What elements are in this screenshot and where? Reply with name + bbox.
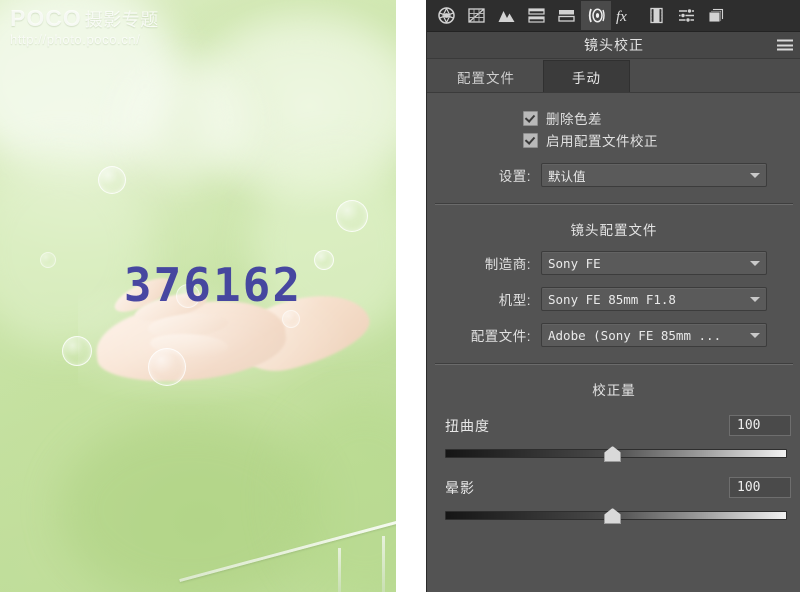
background-bokeh-blob [190,20,396,190]
vignetting-slider-header: 晕影 100 [445,477,791,498]
distortion-slider-block: 扭曲度 100 [427,415,800,462]
fence-railing [0,519,396,592]
panel-body: 删除色差 启用配置文件校正 设置: 默认值 镜头配置文件 制造商: Sony F… [427,107,800,524]
make-select-value: Sony FE [548,255,601,271]
distortion-slider-header: 扭曲度 100 [445,415,791,436]
detail-icon[interactable] [491,1,521,30]
railing-post [338,548,341,592]
hsl-grayscale-icon[interactable] [521,1,551,30]
camera-calibration-icon[interactable] [641,1,671,30]
basic-adjustments-icon[interactable] [431,1,461,30]
vignetting-value-input[interactable]: 100 [729,477,791,498]
profile-label: 配置文件: [470,329,531,344]
soap-bubble [336,200,368,232]
make-label: 制造商: [484,257,531,272]
background-bokeh-blob [120,60,250,180]
chevron-down-icon [750,332,760,338]
soap-bubble [98,166,126,194]
snapshots-icon[interactable] [701,1,731,30]
model-label: 机型: [498,293,531,308]
model-select-value: Sony FE 85mm F1.8 [548,291,676,307]
watermark-title: 摄影专题 [84,10,159,30]
checkbox-row-enable-profile-corrections[interactable]: 启用配置文件校正 [427,129,800,151]
enable-profile-corrections-checkbox[interactable] [523,132,538,148]
railing-post [382,536,385,592]
soap-bubble [282,310,300,328]
profile-select[interactable]: Adobe (Sony FE 85mm ... [541,323,767,347]
tab-profile[interactable]: 配置文件 [429,61,543,92]
vignetting-label: 晕影 [445,479,475,496]
tab-manual[interactable]: 手动 [543,60,630,92]
settings-select-value: 默认值 [548,168,586,184]
presets-icon[interactable] [671,1,701,30]
model-select[interactable]: Sony FE 85mm F1.8 [541,287,767,311]
remove-chromatic-aberration-checkbox[interactable] [523,110,538,126]
vignetting-slider-block: 晕影 100 [427,477,800,524]
soap-bubble [62,336,92,366]
railing-bar [179,519,396,582]
model-row: 机型: Sony FE 85mm F1.8 [427,287,800,311]
make-select[interactable]: Sony FE [541,251,767,275]
background-bokeh-blob [0,150,150,350]
vignetting-slider[interactable] [445,507,791,524]
watermark-url: http://photo.poco.cn/ [10,32,141,48]
panel-tab-strip: 配置文件 手动 [427,59,800,93]
lens-correction-panel: fx 镜头校正 配置文件 手动 删除色差 启用配置文件校正 设置: 默认值 镜头… [426,0,800,592]
distortion-slider[interactable] [445,445,791,462]
correction-amount-heading: 校正量 [592,383,636,398]
page-title: 镜头校正 [584,37,644,53]
soap-bubble [148,348,186,386]
distortion-value-input[interactable]: 100 [729,415,791,436]
remove-chromatic-aberration-label: 删除色差 [546,112,602,127]
finger-shape [147,310,229,341]
checkbox-row-remove-chromatic-aberration[interactable]: 删除色差 [427,107,800,129]
overlay-number: 376162 [123,258,303,312]
svg-text:fx: fx [616,9,627,25]
settings-select[interactable]: 默认值 [541,163,767,187]
profile-row: 配置文件: Adobe (Sony FE 85mm ... [427,323,800,347]
profile-select-value: Adobe (Sony FE 85mm ... [548,327,722,343]
enable-profile-corrections-label: 启用配置文件校正 [546,134,658,149]
chevron-down-icon [750,296,760,302]
lens-correction-icon[interactable] [581,1,611,30]
photo-preview-area: POCO 摄影专题 http://photo.poco.cn/ 376162 [0,0,426,592]
photo-panel-gutter [396,0,426,592]
chevron-down-icon [750,172,760,178]
hamburger-menu-icon[interactable] [777,39,793,51]
distortion-label: 扭曲度 [445,417,490,434]
panel-title-bar: 镜头校正 [427,32,800,59]
adjustment-tool-toolbar: fx [427,0,800,32]
settings-label: 设置: [498,169,531,184]
section-divider [435,363,793,365]
watermark-brand: POCO [10,5,82,31]
effects-fx-icon[interactable]: fx [611,1,641,30]
split-toning-icon[interactable] [551,1,581,30]
poco-watermark: POCO 摄影专题 http://photo.poco.cn/ [10,6,159,47]
section-divider [435,203,793,205]
make-row: 制造商: Sony FE [427,251,800,275]
chevron-down-icon [750,260,760,266]
settings-row: 设置: 默认值 [427,163,800,187]
tone-curve-icon[interactable] [461,1,491,30]
lens-profile-heading: 镜头配置文件 [570,223,658,238]
